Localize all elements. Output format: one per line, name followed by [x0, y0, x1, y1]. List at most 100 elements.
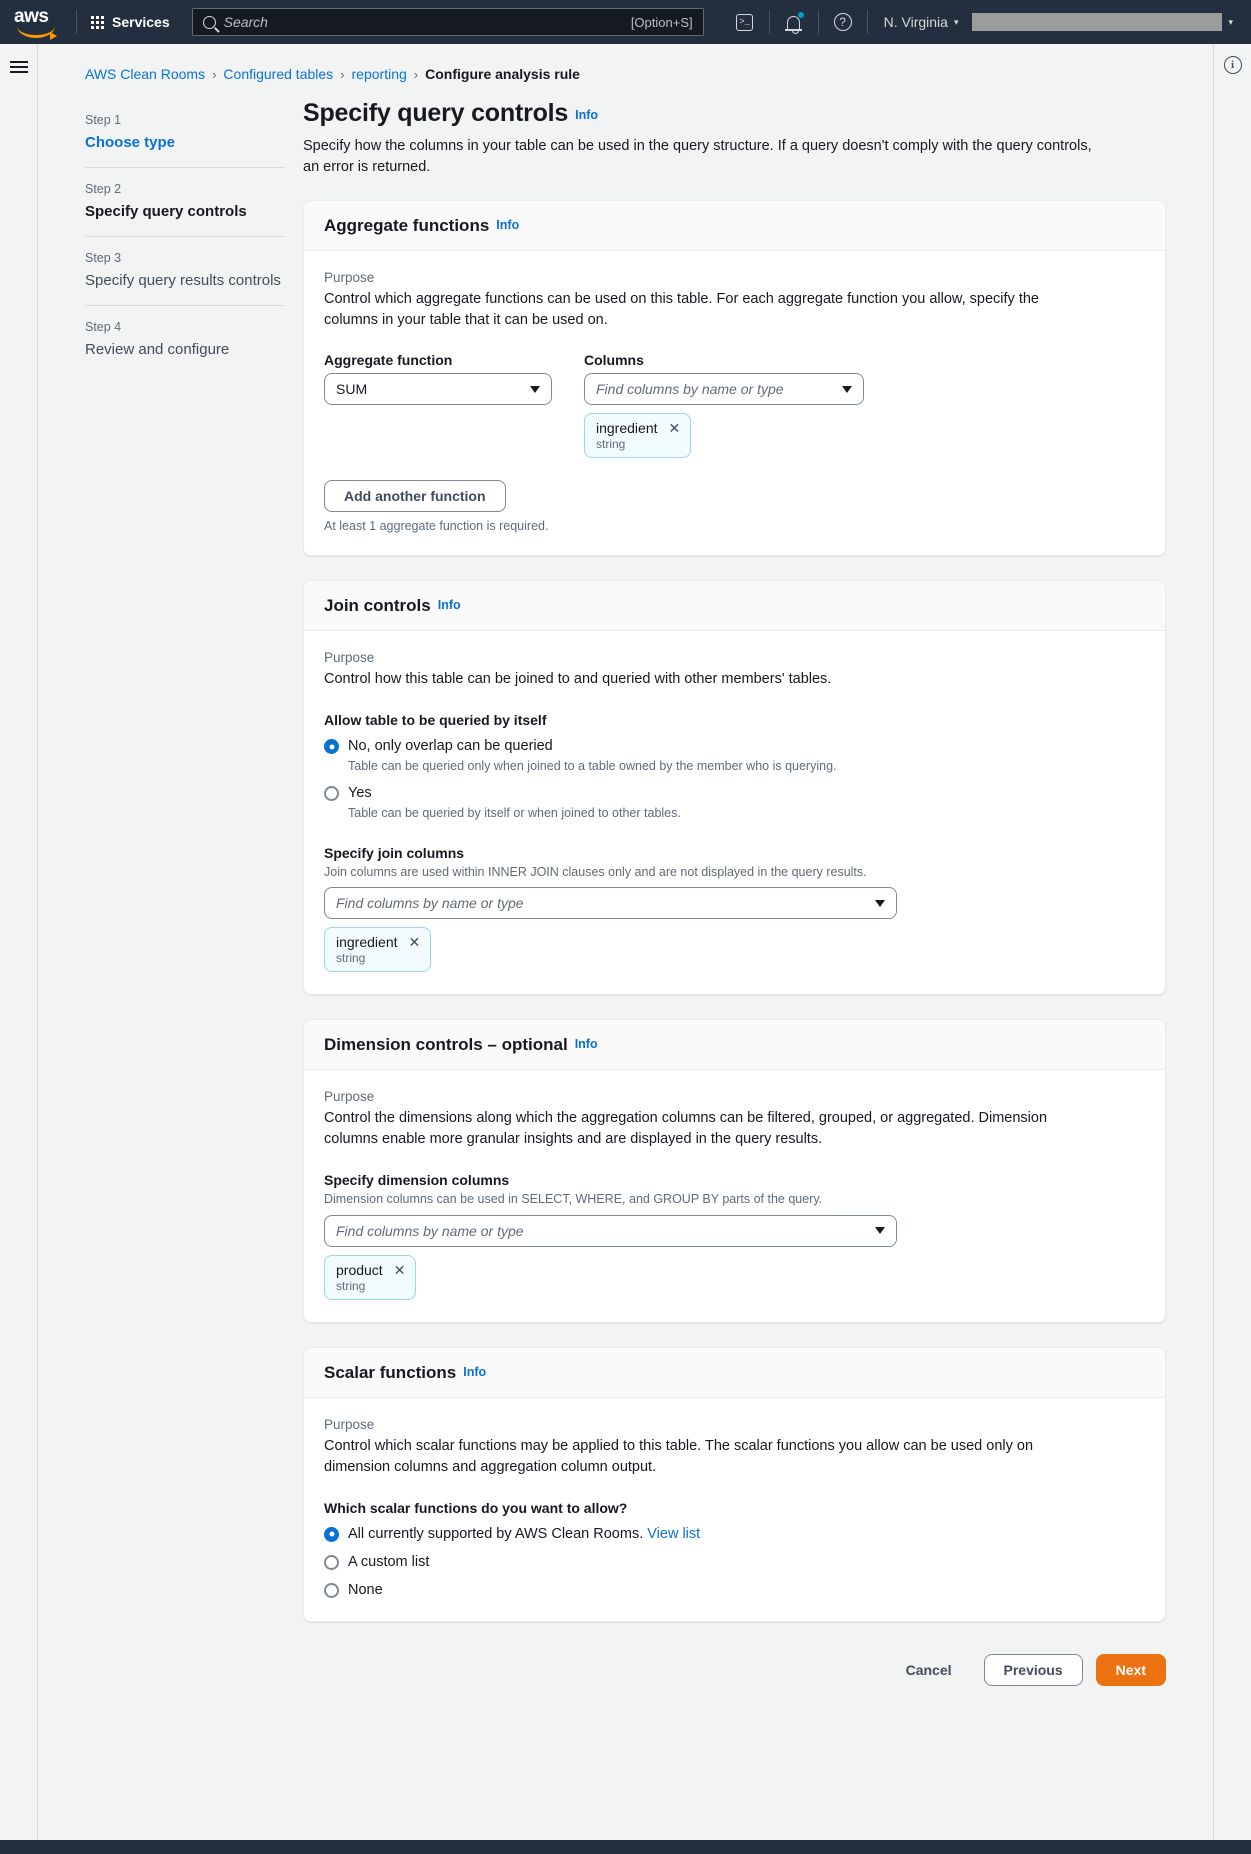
token-label: ingredient — [596, 420, 658, 436]
join-columns-hint: Join columns are used within INNER JOIN … — [324, 864, 1145, 882]
dimension-controls-optional-label: optional — [502, 1035, 568, 1054]
scalar-functions-header: Scalar functionsInfo — [304, 1348, 1165, 1398]
scalar-functions-info-link[interactable]: Info — [463, 1365, 486, 1379]
search-input[interactable]: Search [Option+S] — [192, 8, 704, 36]
info-icon[interactable]: i — [1224, 56, 1242, 74]
help-button[interactable]: ? — [825, 4, 861, 40]
breadcrumb-item-aws-clean-rooms[interactable]: AWS Clean Rooms — [85, 66, 205, 82]
radio-icon-unselected[interactable] — [324, 1583, 339, 1598]
page-title: Specify query controls — [303, 99, 568, 127]
token-type-label: string — [336, 951, 420, 965]
dimension-columns-input[interactable]: Find columns by name or type — [324, 1215, 897, 1247]
chevron-down-icon — [842, 386, 852, 393]
aggregate-columns-placeholder: Find columns by name or type — [596, 381, 834, 397]
wizard-footer-actions: Cancel Previous Next — [38, 1646, 1213, 1712]
notifications-button[interactable] — [776, 4, 812, 40]
purpose-label: Purpose — [324, 650, 1145, 665]
wizard-step-navigation: Step 1 Choose type Step 2 Specify query … — [38, 99, 303, 1646]
aggregate-columns-input[interactable]: Find columns by name or type — [584, 373, 864, 405]
join-controls-purpose-text: Control how this table can be joined to … — [324, 669, 1094, 690]
aggregate-function-selected-value: SUM — [336, 381, 522, 397]
aggregate-functions-purpose-text: Control which aggregate functions can be… — [324, 289, 1094, 331]
token-type-label: string — [336, 1279, 405, 1293]
radio-option-yes[interactable]: Yes — [324, 784, 1145, 803]
dimension-columns-placeholder: Find columns by name or type — [336, 1223, 867, 1239]
join-controls-info-link[interactable]: Info — [438, 598, 461, 612]
page-description: Specify how the columns in your table ca… — [303, 136, 1093, 178]
wizard-step-1[interactable]: Step 1 Choose type — [85, 99, 285, 168]
radio-option-none-label: None — [348, 1581, 383, 1600]
token-remove-icon[interactable]: ✕ — [669, 421, 681, 435]
chevron-down-icon — [875, 900, 885, 907]
breadcrumb-item-reporting[interactable]: reporting — [352, 66, 407, 82]
services-label: Services — [112, 14, 170, 30]
radio-option-all-supported[interactable]: All currently supported by AWS Clean Roo… — [324, 1525, 1145, 1544]
purpose-label: Purpose — [324, 270, 1145, 285]
breadcrumb-item-configured-tables[interactable]: Configured tables — [223, 66, 333, 82]
cancel-button[interactable]: Cancel — [887, 1654, 971, 1686]
next-button[interactable]: Next — [1096, 1654, 1166, 1686]
services-menu-button[interactable]: Services — [83, 8, 178, 36]
aws-logo[interactable]: aws — [14, 7, 60, 37]
previous-button[interactable]: Previous — [984, 1654, 1083, 1686]
account-menu-redacted[interactable] — [972, 13, 1222, 31]
radio-option-no-overlap-label: No, only overlap can be queried — [348, 737, 553, 756]
view-list-link[interactable]: View list — [647, 1526, 700, 1542]
left-navigation-rail — [0, 44, 38, 1840]
grid-icon — [91, 16, 104, 29]
dimension-columns-group: Specify dimension columns Dimension colu… — [324, 1172, 1145, 1300]
radio-icon-unselected[interactable] — [324, 786, 339, 801]
wizard-step-4[interactable]: Step 4 Review and configure — [85, 306, 285, 374]
wizard-step-2-number: Step 2 — [85, 182, 285, 196]
join-columns-input[interactable]: Find columns by name or type — [324, 887, 897, 919]
dimension-column-token: product ✕ string — [324, 1255, 416, 1300]
aggregate-columns-column: Columns Find columns by name or type ing… — [584, 352, 864, 458]
region-selector[interactable]: N. Virginia ▾ — [874, 8, 969, 36]
hamburger-menu-icon[interactable] — [10, 61, 28, 1840]
join-controls-title: Join controls — [324, 596, 431, 615]
aggregate-columns-label: Columns — [584, 352, 864, 368]
radio-icon-unselected[interactable] — [324, 1555, 339, 1570]
account-chevron-down-icon[interactable]: ▾ — [1222, 17, 1241, 28]
wizard-step-3[interactable]: Step 3 Specify query results controls — [85, 237, 285, 306]
aggregate-function-select[interactable]: SUM — [324, 373, 552, 405]
dimension-controls-header: Dimension controls – optionalInfo — [304, 1020, 1165, 1070]
wizard-step-1-label: Choose type — [85, 134, 285, 151]
wizard-layout: Step 1 Choose type Step 2 Specify query … — [38, 82, 1213, 1646]
wizard-step-2[interactable]: Step 2 Specify query controls — [85, 168, 285, 237]
token-remove-icon[interactable]: ✕ — [409, 935, 421, 949]
dimension-controls-card: Dimension controls – optionalInfo Purpos… — [303, 1019, 1166, 1323]
notification-badge-dot — [798, 12, 804, 18]
search-placeholder: Search — [224, 14, 623, 30]
dimension-controls-info-link[interactable]: Info — [575, 1037, 598, 1051]
scalar-functions-purpose-text: Control which scalar functions may be ap… — [324, 1436, 1094, 1478]
cloudshell-button[interactable]: >_ — [727, 4, 763, 40]
dimension-controls-purpose-text: Control the dimensions along which the a… — [324, 1108, 1094, 1150]
token-type-label: string — [596, 437, 680, 451]
add-another-function-button[interactable]: Add another function — [324, 480, 506, 512]
purpose-label: Purpose — [324, 1089, 1145, 1104]
nav-divider — [818, 10, 819, 34]
radio-icon-selected[interactable] — [324, 739, 339, 754]
join-controls-body: Purpose Control how this table can be jo… — [304, 631, 1165, 994]
aws-logo-smile-icon — [17, 26, 55, 38]
radio-option-custom-list-label: A custom list — [348, 1553, 429, 1572]
aggregate-function-controls-row: Aggregate function SUM Columns Find colu… — [324, 352, 1145, 458]
nav-divider — [76, 10, 77, 34]
radio-option-yes-description: Table can be queried by itself or when j… — [348, 805, 1145, 823]
page-title-info-link[interactable]: Info — [575, 108, 598, 122]
radio-option-none[interactable]: None — [324, 1581, 1145, 1600]
radio-option-custom-list[interactable]: A custom list — [324, 1553, 1145, 1572]
aws-top-navigation: aws Services Search [Option+S] >_ ? N. V… — [0, 0, 1251, 44]
wizard-step-4-label: Review and configure — [85, 341, 285, 358]
navbar-right-cluster: >_ ? N. Virginia ▾ ▾ — [727, 0, 1241, 44]
dimension-columns-label: Specify dimension columns — [324, 1172, 1145, 1188]
aggregate-functions-info-link[interactable]: Info — [496, 218, 519, 232]
radio-icon-selected[interactable] — [324, 1527, 339, 1542]
question-mark-icon: ? — [834, 13, 852, 31]
allow-self-query-label: Allow table to be queried by itself — [324, 712, 1145, 728]
radio-option-no-overlap[interactable]: No, only overlap can be queried — [324, 737, 1145, 756]
aggregate-functions-title: Aggregate functions — [324, 216, 489, 235]
token-remove-icon[interactable]: ✕ — [394, 1263, 406, 1277]
chevron-down-icon: ▾ — [954, 17, 959, 28]
